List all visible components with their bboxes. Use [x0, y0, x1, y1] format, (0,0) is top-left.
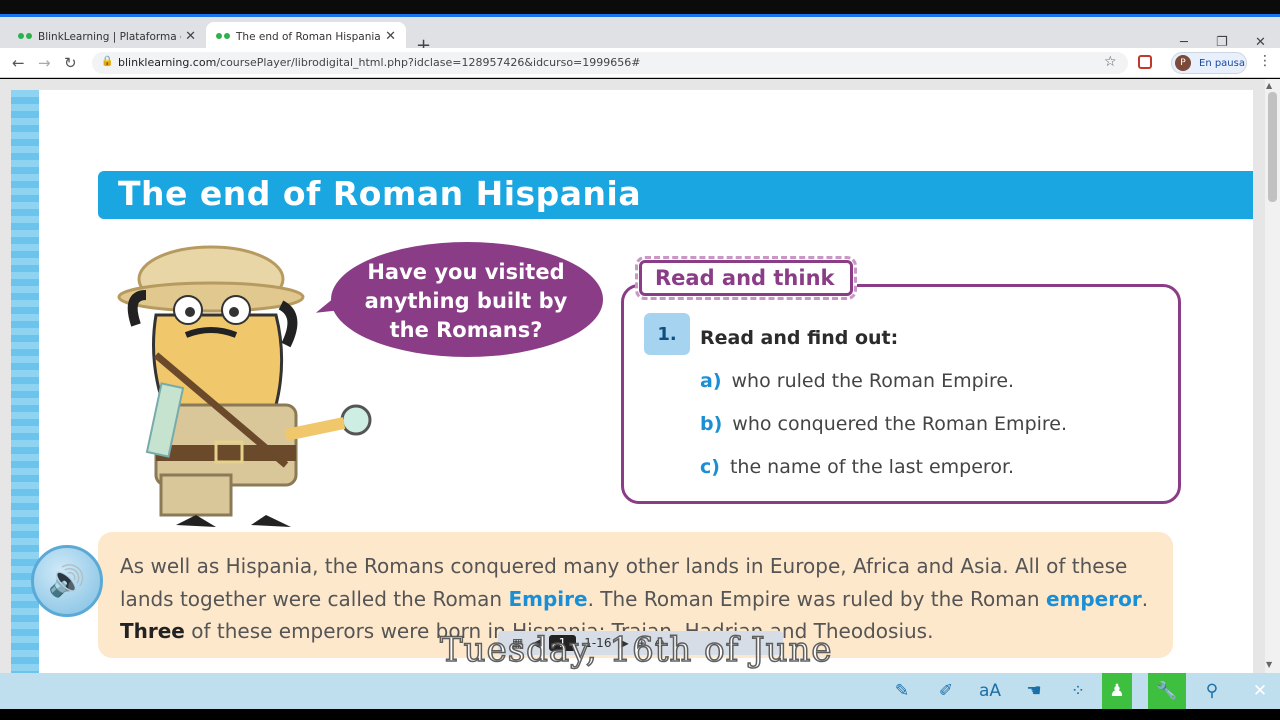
url-host: blinklearning.com — [118, 56, 217, 69]
pencil-icon[interactable]: ✎ — [884, 673, 920, 709]
hand-pointer-icon[interactable]: ☚ — [1016, 673, 1052, 709]
browser-tab-active[interactable]: The end of Roman Hispania | Bli ✕ — [206, 22, 406, 51]
audio-speaker-icon[interactable]: 🔊 — [31, 545, 103, 617]
text-size-icon[interactable]: aA — [972, 673, 1008, 709]
close-tools-icon[interactable]: ✕ — [1242, 673, 1278, 709]
keyword-emperor[interactable]: emperor — [1046, 587, 1142, 611]
back-icon[interactable]: ← — [12, 54, 25, 72]
read-and-think-label: Read and think — [655, 266, 835, 290]
url-path: /coursePlayer/librodigital_html.php?idcl… — [216, 56, 641, 69]
highlighter-icon[interactable]: ✐ — [928, 673, 964, 709]
lock-icon: 🔒 — [101, 56, 114, 67]
url-field[interactable]: 🔒 blinklearning.com/coursePlayer/librodi… — [92, 52, 1128, 74]
question-item-b: b) who conquered the Roman Empire. — [700, 413, 1067, 435]
tab-title: BlinkLearning | Plataforma educ — [38, 30, 181, 43]
avatar: P — [1175, 55, 1191, 71]
scroll-down-icon[interactable]: ▼ — [1266, 660, 1272, 669]
window-top-border — [0, 0, 1280, 14]
blink-favicon-icon — [18, 32, 32, 41]
scroll-up-icon[interactable]: ▲ — [1266, 81, 1272, 90]
profile-status: En pausa — [1199, 57, 1245, 69]
question-text: who conquered the Roman Empire. — [732, 413, 1068, 435]
close-tab-icon[interactable]: ✕ — [185, 29, 196, 44]
question-letter: c) — [700, 456, 720, 478]
book-viewport: The end of Roman Hispania Have you visit… — [0, 79, 1280, 673]
book-page: The end of Roman Hispania Have you visit… — [11, 90, 1253, 673]
paragraph-text: . The Roman Empire was ruled by the Roma… — [587, 586, 1046, 611]
question-letter: b) — [700, 413, 723, 435]
question-text: who ruled the Roman Empire. — [731, 370, 1015, 392]
wrench-icon[interactable]: 🔧 — [1148, 673, 1186, 709]
explorer-character-image — [117, 245, 372, 527]
title-banner: The end of Roman Hispania — [98, 171, 1253, 219]
blink-favicon-icon — [216, 32, 230, 41]
page-title: The end of Roman Hispania — [118, 174, 642, 213]
tab-title: The end of Roman Hispania | Bli — [236, 30, 381, 43]
search-icon[interactable]: ⚲ — [1194, 673, 1230, 709]
browser-tab-blinklearning[interactable]: BlinkLearning | Plataforma educ ✕ — [8, 22, 206, 51]
extension-icon[interactable] — [1138, 55, 1152, 69]
bottom-toolbar: ✎ ✐ aA ☚ ⁘ ♟ 🔧 ⚲ ✕ — [0, 673, 1280, 709]
question-number-badge: 1. — [644, 313, 690, 355]
question-letter: a) — [700, 370, 722, 392]
address-bar-row: ← → ↻ 🔒 blinklearning.com/coursePlayer/l… — [0, 48, 1280, 78]
keyword-empire[interactable]: Empire — [508, 587, 587, 611]
question-item-c: c) the name of the last emperor. — [700, 456, 1014, 478]
question-heading: Read and find out: — [700, 327, 899, 349]
paragraph-text: . — [1141, 586, 1149, 611]
profile-button[interactable]: P En pausa — [1171, 52, 1247, 74]
scrollbar-thumb[interactable] — [1268, 92, 1277, 202]
video-caption: Tuesday, 16th of June — [439, 629, 833, 671]
apps-grid-icon[interactable]: ⁘ — [1060, 673, 1096, 709]
reload-icon[interactable]: ↻ — [64, 54, 77, 72]
paragraph-strong: Three — [120, 619, 185, 643]
browser-menu-icon[interactable]: ⋮ — [1258, 53, 1272, 69]
close-tab-icon[interactable]: ✕ — [385, 29, 396, 44]
person-icon[interactable]: ♟ — [1102, 673, 1132, 709]
window-bottom-border — [0, 709, 1280, 720]
browser-tab-strip: BlinkLearning | Plataforma educ ✕ The en… — [0, 14, 1280, 56]
question-text: the name of the last emperor. — [729, 456, 1015, 478]
forward-icon[interactable]: → — [38, 54, 51, 72]
question-item-a: a) who ruled the Roman Empire. — [700, 370, 1014, 392]
bookmark-star-icon[interactable]: ☆ — [1104, 54, 1117, 70]
speech-bubble-text: Have you visited anything built by the R… — [364, 260, 568, 342]
